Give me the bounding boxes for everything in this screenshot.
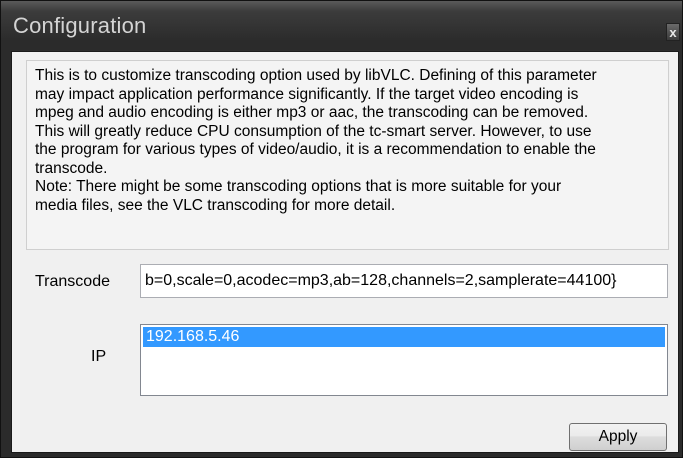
description-line: Note: There might be some transcoding op… xyxy=(35,178,562,195)
description-line: transcode. xyxy=(35,159,108,177)
ip-list-item[interactable]: 192.168.5.46 xyxy=(143,327,665,347)
description-text: This is to customize transcoding option … xyxy=(26,60,669,250)
ip-list[interactable]: 192.168.5.46 xyxy=(140,324,668,396)
transcode-input[interactable]: b=0,scale=0,acodec=mp3,ab=128,channels=2… xyxy=(140,264,668,298)
description-line: the program for various types of video/a… xyxy=(35,141,596,158)
description-line: This will greatly reduce CPU consumption… xyxy=(35,122,592,140)
description-line: This is to customize transcoding option … xyxy=(35,67,597,84)
description-line: media files, see the VLC transcoding for… xyxy=(35,196,396,214)
close-icon: x xyxy=(669,25,677,40)
title-bar[interactable]: Configuration x xyxy=(1,1,683,47)
ip-label: IP xyxy=(91,348,107,365)
transcode-label: Transcode xyxy=(35,273,110,290)
apply-button[interactable]: Apply xyxy=(569,423,667,451)
close-button[interactable]: x xyxy=(666,23,680,41)
description-line: mpeg and audio encoding is either mp3 or… xyxy=(35,104,589,121)
description-line: may impact application performance signi… xyxy=(35,85,579,103)
dialog-body: This is to customize transcoding option … xyxy=(11,51,679,453)
configuration-dialog: Configuration x This is to customize tra… xyxy=(0,0,683,458)
window-title: Configuration xyxy=(13,13,147,38)
